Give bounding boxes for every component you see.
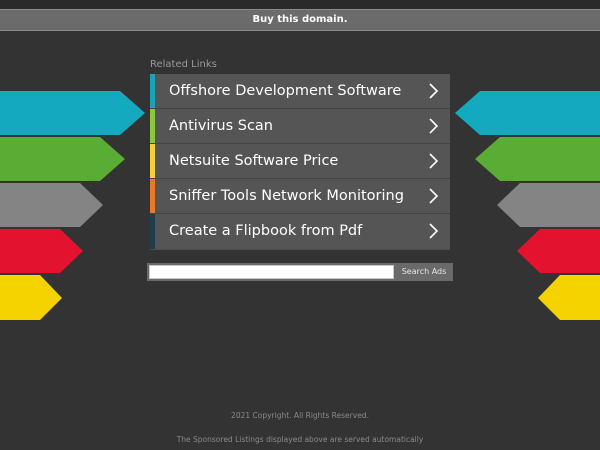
right-arrow-teal — [455, 91, 600, 135]
link-accent-stripe — [150, 109, 155, 143]
related-link-antivirus-scan[interactable]: Antivirus Scan — [150, 109, 450, 144]
chevron-right-icon — [429, 153, 439, 169]
related-links-heading: Related Links — [150, 59, 217, 70]
related-link-offshore-development-software[interactable]: Offshore Development Software — [150, 74, 450, 109]
right-arrow-red — [517, 229, 600, 273]
related-link-sniffer-tools-network-monitoring[interactable]: Sniffer Tools Network Monitoring — [150, 179, 450, 214]
related-link-label: Antivirus Scan — [169, 118, 273, 134]
link-accent-stripe — [150, 74, 155, 108]
right-arrow-yellow — [538, 275, 600, 320]
footer-disclaimer: The Sponsored Listings displayed above a… — [176, 435, 424, 444]
footer-copyright: 2021 Copyright. All Rights Reserved. — [231, 411, 369, 420]
link-accent-stripe — [150, 144, 155, 178]
right-arrow-gray — [497, 183, 600, 227]
chevron-right-icon — [429, 118, 439, 134]
related-link-create-flipbook-from-pdf[interactable]: Create a Flipbook from Pdf — [150, 214, 450, 249]
link-accent-stripe — [150, 179, 155, 213]
chevron-right-icon — [429, 83, 439, 99]
related-link-netsuite-software-price[interactable]: Netsuite Software Price — [150, 144, 450, 179]
right-arrow-green — [475, 137, 600, 181]
link-accent-stripe — [150, 214, 155, 249]
related-link-label: Sniffer Tools Network Monitoring — [169, 188, 404, 204]
related-link-label: Netsuite Software Price — [169, 153, 339, 169]
chevron-right-icon — [429, 188, 439, 204]
search-ads-button[interactable]: Search Ads — [395, 263, 453, 281]
related-link-label: Offshore Development Software — [169, 83, 402, 99]
search-input[interactable] — [149, 265, 394, 279]
related-links-list: Offshore Development Software Antivirus … — [150, 74, 450, 250]
chevron-right-icon — [429, 223, 439, 239]
related-link-label: Create a Flipbook from Pdf — [169, 223, 363, 239]
